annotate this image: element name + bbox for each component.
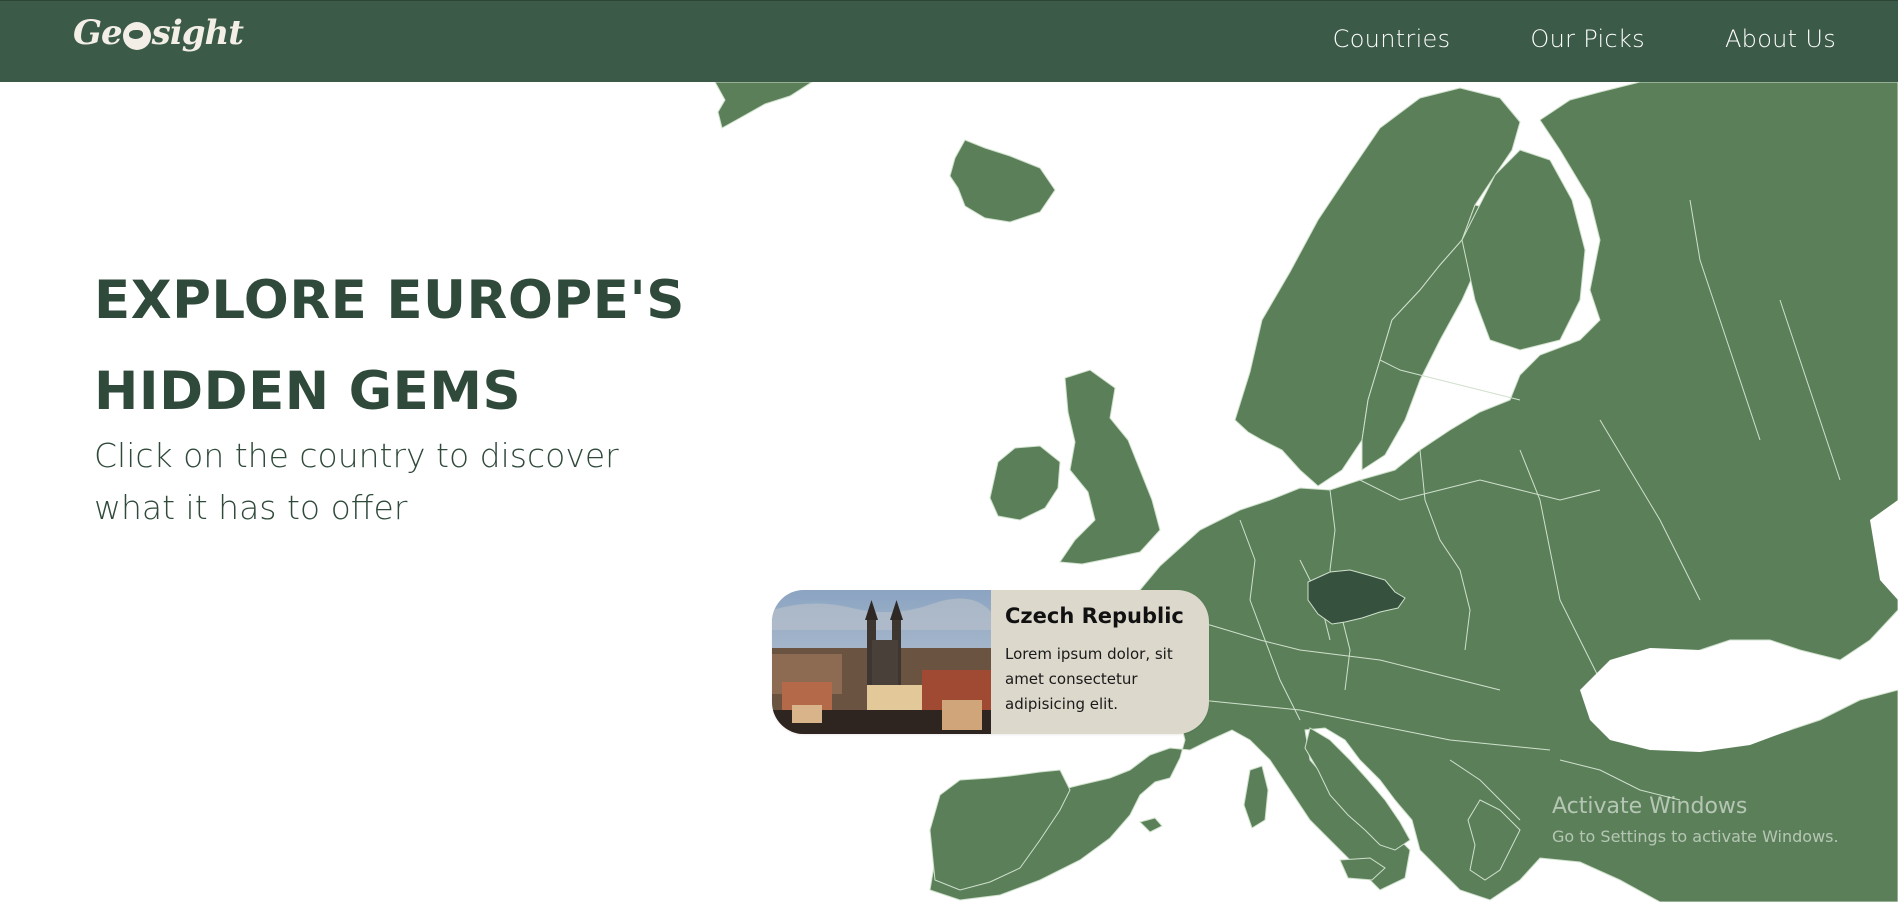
ireland-region[interactable] (989, 445, 1061, 521)
hero-title-line1: EXPLORE EUROPE'S (94, 270, 685, 331)
nav-link-about-us[interactable]: About Us (1725, 25, 1836, 53)
hero-title-line2: HIDDEN GEMS (94, 361, 522, 422)
hero-title: EXPLORE EUROPE'S HIDDEN GEMS (94, 255, 714, 437)
country-info-card[interactable]: Czech Republic Lorem ipsum dolor, sit am… (772, 590, 1209, 734)
europe-map (714, 82, 1898, 902)
hero-subtitle-line2: what it has to offer (94, 488, 408, 527)
greenland-region[interactable] (714, 82, 813, 129)
hero-subtitle-line1: Click on the country to discover (94, 436, 619, 475)
logo-text-right: sight (151, 13, 244, 53)
globe-icon (122, 22, 151, 50)
prague-photo (772, 590, 991, 734)
nav-links: Countries Our Picks About Us (1333, 25, 1836, 53)
balearic-region[interactable] (1139, 817, 1163, 833)
nav-link-our-picks[interactable]: Our Picks (1530, 25, 1645, 53)
iceland-region[interactable] (949, 139, 1056, 223)
geosight-logo[interactable]: Ge sight (73, 13, 244, 53)
card-body: Czech Republic Lorem ipsum dolor, sit am… (991, 590, 1209, 734)
card-description: Lorem ipsum dolor, sit amet consectetur … (1005, 645, 1173, 713)
great-britain-region[interactable] (1059, 369, 1161, 565)
logo-text-left: Ge (73, 13, 123, 53)
sardinia-region[interactable] (1243, 765, 1269, 829)
hero-subtitle: Click on the country to discover what it… (94, 430, 694, 534)
card-title: Czech Republic (1005, 604, 1184, 628)
top-navbar: Ge sight Countries Our Picks About Us (0, 0, 1898, 82)
nav-link-countries[interactable]: Countries (1333, 25, 1451, 53)
